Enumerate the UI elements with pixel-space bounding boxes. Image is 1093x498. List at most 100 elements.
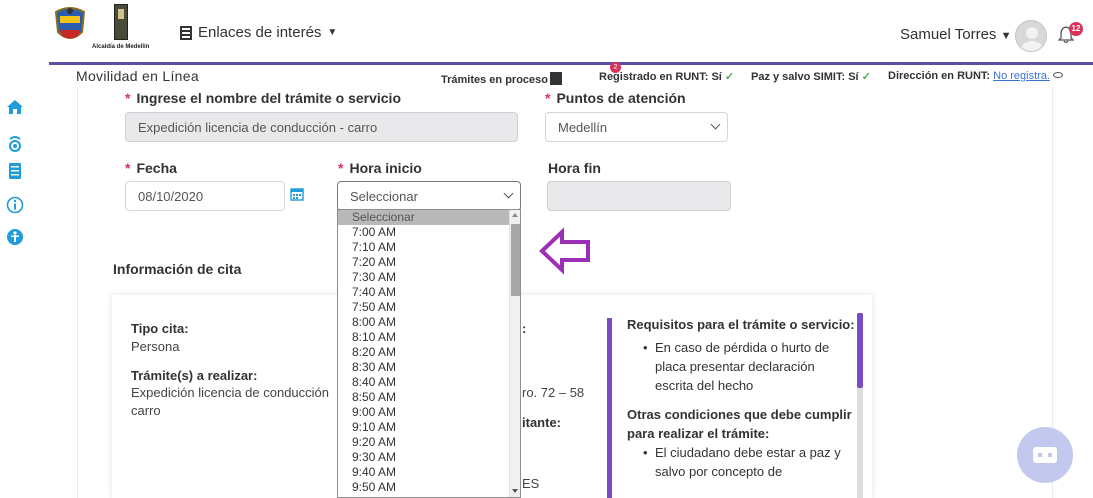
document-icon	[550, 72, 562, 85]
required-mark: *	[338, 160, 344, 176]
user-menu[interactable]: Samuel Torres ▼	[900, 26, 1012, 43]
accessibility-icon[interactable]	[6, 228, 24, 246]
partial-address: ro. 72 – 58	[522, 385, 585, 400]
partial-solicitante-label: itante:	[522, 415, 561, 430]
required-mark: *	[125, 160, 131, 176]
fecha-label-text: Fecha	[136, 160, 177, 176]
left-arrow-icon	[539, 227, 590, 275]
caret-down-icon: ▼	[327, 27, 338, 38]
cita-heading: Información de cita	[113, 261, 242, 277]
content-left-border	[77, 87, 78, 498]
hora-inicio-dropdown[interactable]: Seleccionar 7:00 AM 7:10 AM 7:20 AM 7:30 AM 7…	[337, 209, 521, 498]
dropdown-option[interactable]: Seleccionar	[338, 210, 520, 225]
dropdown-option[interactable]: 7:20 AM	[338, 255, 520, 270]
hora-fin-label: Hora fin	[548, 160, 601, 176]
alcaldia-tower-icon	[114, 4, 128, 40]
traffic-camera-icon[interactable]	[6, 135, 24, 153]
tramites-label: Trámites en proceso	[441, 74, 548, 86]
hora-inicio-select-value: Seleccionar	[350, 189, 418, 204]
sidebar	[0, 65, 49, 498]
dropdown-option[interactable]: 9:00 AM	[338, 405, 520, 420]
home-icon[interactable]	[6, 98, 24, 116]
fecha-input[interactable]: 08/10/2020	[125, 181, 285, 211]
status-bar: Movilidad en Línea Trámites en proceso 2…	[49, 62, 1093, 87]
dropdown-option[interactable]: 9:40 AM	[338, 465, 520, 480]
list-item: El ciudadano debe estar a paz y salvo po…	[643, 443, 855, 481]
required-mark: *	[545, 90, 551, 106]
dropdown-option[interactable]: 8:10 AM	[338, 330, 520, 345]
requisitos-accent-bar	[607, 318, 612, 498]
dropdown-option[interactable]: 7:50 AM	[338, 300, 520, 315]
puntos-label: * Puntos de atención	[545, 90, 686, 106]
dropdown-option[interactable]: 8:30 AM	[338, 360, 520, 375]
dropdown-option[interactable]: 9:20 AM	[338, 435, 520, 450]
dropdown-option[interactable]: 8:00 AM	[338, 315, 520, 330]
hora-inicio-label: * Hora inicio	[338, 160, 422, 176]
colombia-shield-logo	[52, 6, 88, 46]
info-icon[interactable]	[6, 196, 24, 214]
hora-fin-field	[547, 181, 731, 211]
calendar-icon[interactable]	[290, 187, 304, 201]
chevron-down-icon	[710, 119, 721, 130]
requisitos-scrollbar-thumb[interactable]	[857, 313, 863, 388]
robot-icon	[1033, 447, 1057, 463]
links-menu-label: Enlaces de interés	[198, 24, 322, 41]
tramites-realizar-label: Trámite(s) a realizar:	[131, 368, 258, 383]
puntos-select[interactable]: Medellín	[545, 112, 728, 142]
dropdown-option[interactable]: 9:30 AM	[338, 450, 520, 465]
user-name: Samuel Torres	[900, 26, 997, 43]
dropdown-option[interactable]: 9:10 AM	[338, 420, 520, 435]
puntos-select-value: Medellín	[558, 120, 608, 135]
links-of-interest-menu[interactable]: Enlaces de interés ▼	[180, 24, 337, 41]
no-registra-link[interactable]: No registra.	[993, 70, 1050, 82]
dropdown-option[interactable]: 8:40 AM	[338, 375, 520, 390]
direccion-runt: Dirección en RUNT: No registra.	[888, 70, 1063, 82]
dropdown-scrollbar-thumb[interactable]	[511, 224, 520, 296]
alcaldia-logo-text: Alcaldía de Medellín	[92, 44, 150, 50]
avatar[interactable]	[1015, 20, 1047, 52]
chatbot-button[interactable]	[1017, 427, 1073, 483]
scroll-up-arrow-icon[interactable]	[512, 213, 518, 217]
puntos-label-text: Puntos de atención	[556, 90, 686, 106]
top-header: Alcaldía de Medellín Enlaces de interés …	[0, 0, 1093, 62]
document-icon[interactable]	[6, 162, 24, 180]
building-icon	[180, 25, 192, 40]
page-title: Movilidad en Línea	[76, 68, 199, 84]
caret-down-icon: ▼	[1000, 30, 1012, 42]
condiciones-list: El ciudadano debe estar a paz y salvo po…	[627, 443, 855, 481]
check-icon: ✓	[724, 71, 735, 83]
partial-label: :	[522, 321, 527, 336]
partial-es: ES	[522, 476, 540, 491]
scroll-down-arrow-icon[interactable]	[512, 489, 518, 493]
tramite-label: * Ingrese el nombre del trámite o servici…	[125, 90, 401, 106]
fecha-label: * Fecha	[125, 160, 177, 176]
direccion-label: Dirección en RUNT:	[888, 70, 991, 82]
dropdown-option[interactable]: 7:00 AM	[338, 225, 520, 240]
tipo-cita-value: Persona	[131, 339, 180, 354]
dropdown-option[interactable]: 8:20 AM	[338, 345, 520, 360]
dropdown-option[interactable]: 7:30 AM	[338, 270, 520, 285]
tramite-label-text: Ingrese el nombre del trámite o servicio	[136, 90, 401, 106]
dropdown-option[interactable]: 7:10 AM	[338, 240, 520, 255]
required-mark: *	[125, 90, 131, 106]
tramites-realizar-value-2: carro	[131, 403, 161, 418]
notifications-badge: 12	[1069, 22, 1083, 36]
dropdown-option[interactable]: 7:40 AM	[338, 285, 520, 300]
chevron-down-icon	[503, 188, 514, 199]
eye-icon[interactable]	[1053, 72, 1063, 78]
tramite-field: Expedición licencia de conducción - carr…	[125, 112, 518, 142]
hora-inicio-select[interactable]: Seleccionar	[337, 181, 521, 211]
tipo-cita-label: Tipo cita:	[131, 321, 189, 336]
alcaldia-logo: Alcaldía de Medellín	[92, 4, 152, 56]
list-item: En caso de pérdida o hurto de placa pres…	[643, 338, 855, 395]
check-icon: ✓	[861, 71, 871, 83]
tramites-realizar-value-1: Expedición licencia de conducción	[131, 385, 330, 400]
requisitos-list: En caso de pérdida o hurto de placa pres…	[627, 338, 855, 395]
simit-status: Paz y salvo SIMIT: Sí ✓	[751, 70, 871, 83]
requisitos-heading: Requisitos para el trámite o servicio:	[627, 317, 855, 332]
simit-status-label: Paz y salvo SIMIT: Sí	[751, 71, 859, 83]
tramites-en-proceso[interactable]: Trámites en proceso	[441, 70, 562, 86]
hora-inicio-label-text: Hora inicio	[349, 160, 422, 176]
dropdown-option[interactable]: 9:50 AM	[338, 480, 520, 495]
dropdown-option[interactable]: 8:50 AM	[338, 390, 520, 405]
